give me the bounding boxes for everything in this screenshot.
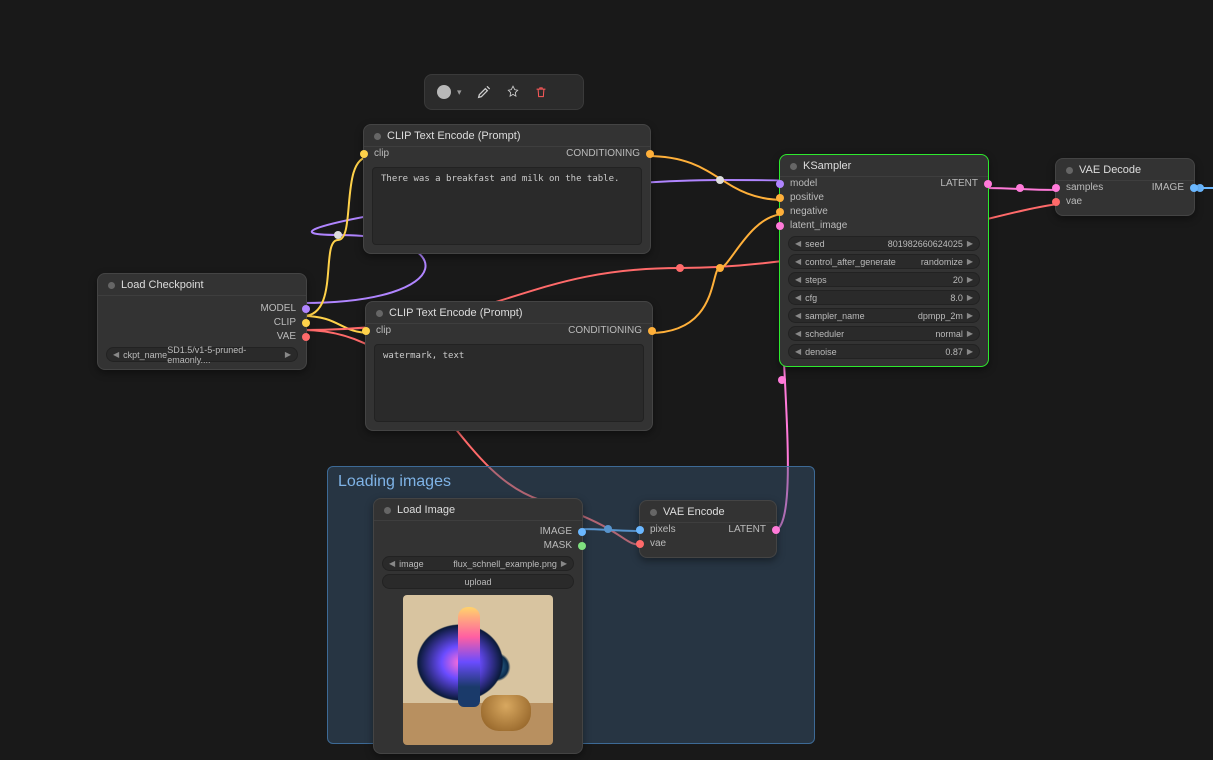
eyedropper-icon[interactable] xyxy=(476,84,492,100)
widget-steps[interactable]: ◀steps20▶ xyxy=(788,272,980,287)
node-title: CLIP Text Encode (Prompt) xyxy=(389,307,523,319)
input-pixels[interactable]: pixels xyxy=(640,523,708,537)
node-vae-encode[interactable]: VAE Encode pixels vae LATENT xyxy=(639,500,777,558)
image-preview xyxy=(403,595,553,745)
input-negative[interactable]: negative xyxy=(780,205,884,219)
pin-icon[interactable] xyxy=(506,85,520,99)
output-conditioning[interactable]: CONDITIONING xyxy=(507,147,650,161)
prompt-textarea[interactable]: watermark, text xyxy=(374,344,644,422)
node-ksampler[interactable]: KSampler model positive negative latent_… xyxy=(779,154,989,367)
widget-image[interactable]: ◀imageflux_schnell_example.png▶ xyxy=(382,556,574,571)
input-samples[interactable]: samples xyxy=(1056,181,1125,195)
node-clip-encode-positive[interactable]: CLIP Text Encode (Prompt) clip CONDITION… xyxy=(363,124,651,254)
input-vae[interactable]: vae xyxy=(1056,195,1125,209)
node-vae-decode[interactable]: VAE Decode samples vae IMAGE xyxy=(1055,158,1195,216)
trash-icon[interactable] xyxy=(534,85,548,99)
output-image[interactable]: IMAGE xyxy=(1125,181,1194,195)
prompt-textarea[interactable]: There was a breakfast and milk on the ta… xyxy=(372,167,642,245)
widget-denoise[interactable]: ◀denoise0.87▶ xyxy=(788,344,980,359)
node-load-image[interactable]: Load Image IMAGE MASK ◀imageflux_schnell… xyxy=(373,498,583,754)
output-vae[interactable]: VAE xyxy=(98,330,306,344)
input-model[interactable]: model xyxy=(780,177,884,191)
upload-button[interactable]: upload xyxy=(382,574,574,589)
output-latent[interactable]: LATENT xyxy=(708,523,776,537)
output-mask[interactable]: MASK xyxy=(374,539,582,553)
widget-sampler-name[interactable]: ◀sampler_namedpmpp_2m▶ xyxy=(788,308,980,323)
group-title[interactable]: Loading images xyxy=(328,467,814,497)
node-title: Load Checkpoint xyxy=(121,279,204,291)
color-picker-icon[interactable] xyxy=(437,85,451,99)
output-latent[interactable]: LATENT xyxy=(884,177,988,191)
node-title: VAE Encode xyxy=(663,506,725,518)
input-positive[interactable]: positive xyxy=(780,191,884,205)
node-title: CLIP Text Encode (Prompt) xyxy=(387,130,521,142)
input-vae[interactable]: vae xyxy=(640,537,708,551)
chevron-down-icon[interactable]: ▾ xyxy=(457,87,462,98)
widget-control-after-generate[interactable]: ◀control_after_generaterandomize▶ xyxy=(788,254,980,269)
node-load-checkpoint[interactable]: Load Checkpoint MODEL CLIP VAE ◀ ckpt_na… xyxy=(97,273,307,370)
input-clip[interactable]: clip xyxy=(366,324,509,338)
output-image[interactable]: IMAGE xyxy=(374,525,582,539)
node-title: KSampler xyxy=(803,160,851,172)
output-clip[interactable]: CLIP xyxy=(98,316,306,330)
widget-ckpt-name[interactable]: ◀ ckpt_name SD1.5/v1-5-pruned-emaonly...… xyxy=(106,347,298,362)
node-title: Load Image xyxy=(397,504,455,516)
node-clip-encode-negative[interactable]: CLIP Text Encode (Prompt) clip CONDITION… xyxy=(365,301,653,431)
widget-seed[interactable]: ◀seed801982660624025▶ xyxy=(788,236,980,251)
input-clip[interactable]: clip xyxy=(364,147,507,161)
chevron-right-icon[interactable]: ▶ xyxy=(285,350,291,359)
chevron-left-icon[interactable]: ◀ xyxy=(113,350,119,359)
widget-scheduler[interactable]: ◀schedulernormal▶ xyxy=(788,326,980,341)
output-model[interactable]: MODEL xyxy=(98,302,306,316)
node-title: VAE Decode xyxy=(1079,164,1141,176)
node-toolbar[interactable]: ▾ xyxy=(424,74,584,110)
widget-cfg[interactable]: ◀cfg8.0▶ xyxy=(788,290,980,305)
output-conditioning[interactable]: CONDITIONING xyxy=(509,324,652,338)
input-latent-image[interactable]: latent_image xyxy=(780,219,884,233)
